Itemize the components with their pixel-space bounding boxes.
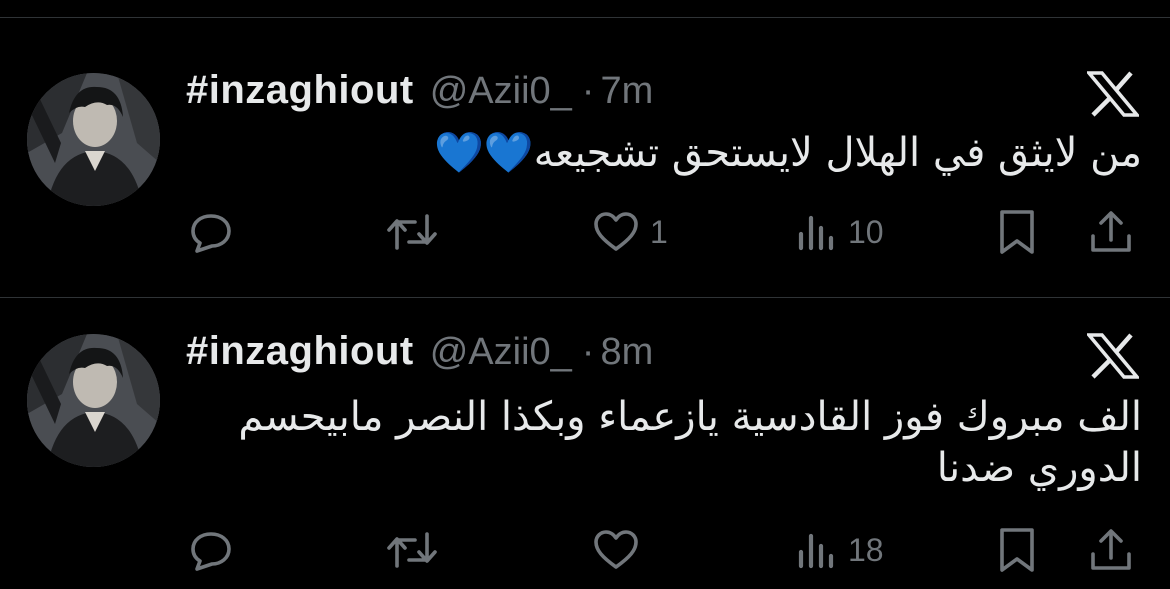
tweet-header: #inzaghiout @Azii0_ · 8m [186,329,653,379]
heart-icon [592,526,640,574]
retweet-icon [385,208,439,256]
share-button[interactable] [1088,207,1134,257]
user-handle[interactable]: @Azii0_ [430,70,572,113]
views-button[interactable]: 10 [796,207,884,257]
heart-icon [592,208,640,256]
action-bar: 18 [0,525,1170,575]
bookmark-button[interactable] [996,525,1038,575]
user-handle[interactable]: @Azii0_ [430,331,572,374]
tweet-text: من لايثق في الهلال لايستحق تشجيعه💙💙 [434,130,1142,176]
display-name[interactable]: #inzaghiout [186,68,414,113]
bookmark-button[interactable] [996,207,1038,257]
avatar[interactable] [27,334,160,467]
reply-button[interactable] [187,207,245,257]
views-icon [796,208,838,256]
views-count: 18 [848,531,884,568]
action-bar: 1 10 [0,207,1170,257]
views-count: 10 [848,213,884,250]
x-logo-icon [1085,71,1141,117]
views-button[interactable]: 18 [796,525,884,575]
separator-dot: · [581,70,595,112]
like-button[interactable]: 1 [592,207,668,257]
retweet-button[interactable] [385,525,449,575]
timestamp[interactable]: 8m [600,331,653,374]
share-icon [1088,208,1134,256]
bookmark-icon [996,208,1038,256]
top-divider [0,17,1170,18]
tweet-text: الف مبروك فوز القادسية يازعماء وبكذا الن… [238,394,1142,491]
retweet-icon [385,526,439,574]
views-icon [796,526,838,574]
like-button[interactable] [592,525,650,575]
reply-button[interactable] [187,525,245,575]
tweet-header: #inzaghiout @Azii0_ · 7m [186,68,653,118]
share-icon [1088,526,1134,574]
avatar[interactable] [27,73,160,206]
share-button[interactable] [1088,525,1134,575]
bookmark-icon [996,526,1038,574]
tweet-divider [0,297,1170,298]
timestamp[interactable]: 7m [600,70,653,113]
reply-icon [187,208,235,256]
like-count: 1 [650,213,668,250]
retweet-button[interactable] [385,207,449,257]
separator-dot: · [581,331,595,373]
x-logo-icon [1085,333,1141,379]
reply-icon [187,526,235,574]
display-name[interactable]: #inzaghiout [186,329,414,374]
